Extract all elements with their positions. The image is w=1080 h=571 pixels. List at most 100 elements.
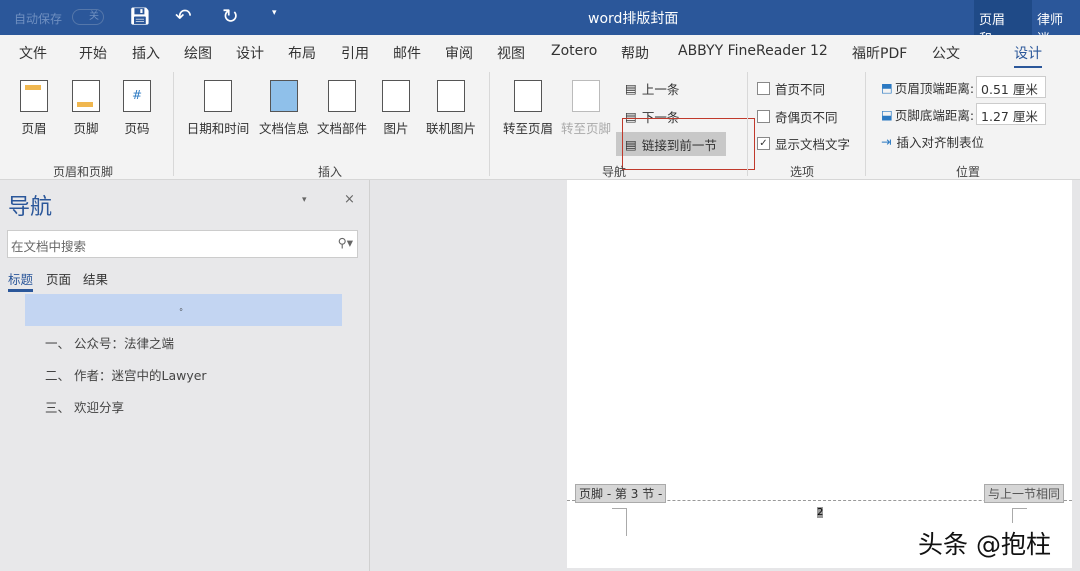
tab-headings[interactable]: 标题 <box>8 269 34 292</box>
goto-footer-button[interactable]: 转至页脚 <box>558 80 614 137</box>
tab-zotero[interactable]: Zotero <box>551 43 597 59</box>
tab-mailings[interactable]: 邮件 <box>393 43 421 63</box>
goto-header-icon <box>514 80 542 112</box>
previous-icon: ▤ <box>625 81 637 96</box>
checkbox-show-doc-text[interactable]: ✓ 显示文档文字 <box>757 134 850 153</box>
header-distance-input[interactable]: 0.51 厘米 <box>976 76 1047 98</box>
search-icon[interactable]: ⚲▾ <box>338 235 353 250</box>
online-pictures-button[interactable]: 联机图片 <box>423 80 479 137</box>
page-number-field[interactable]: 2 <box>817 507 824 518</box>
search-input[interactable]: 在文档中搜索 ⚲▾ <box>7 230 358 258</box>
tab-help[interactable]: 帮助 <box>621 43 649 63</box>
tab-view[interactable]: 视图 <box>497 43 525 63</box>
online-picture-icon <box>437 80 465 112</box>
heading-item[interactable]: 一、 公众号：法律之端 <box>45 333 174 352</box>
heading-item-selected[interactable]: 。 <box>25 294 342 326</box>
checkbox[interactable] <box>757 110 770 123</box>
redo-icon[interactable]: ↻ <box>222 4 239 28</box>
group-label-insert: 插入 <box>318 165 343 179</box>
nav-title: 导航 <box>8 195 53 220</box>
tab-references[interactable]: 引用 <box>341 43 369 63</box>
header-distance-label: 页眉顶端距离: <box>894 80 975 96</box>
tab-gongwen[interactable]: 公文 <box>932 43 960 63</box>
save-icon[interactable]: 💾︎ <box>129 7 151 27</box>
footer-distance-label: 页脚底端距离: <box>894 107 975 123</box>
picture-icon <box>382 80 410 112</box>
header-distance: ⬒ 页眉顶端距离: 0.51 厘米 <box>881 76 1047 98</box>
tab-abbyy[interactable]: ABBYY FineReader 12 <box>678 43 828 59</box>
goto-header-label: 转至页眉 <box>502 121 553 136</box>
online-pictures-label: 联机图片 <box>425 121 476 136</box>
tab-hf-design[interactable]: 设计 <box>1014 43 1042 69</box>
tab-layout[interactable]: 布局 <box>288 43 316 63</box>
tab-insert[interactable]: 插入 <box>132 43 160 63</box>
highlight-box <box>622 118 755 170</box>
goto-footer-label: 转至页脚 <box>560 121 611 136</box>
previous-button[interactable]: ▤ 上一条 <box>625 79 679 98</box>
document-page[interactable]: 页脚 - 第 3 节 - 与上一节相同 2 <box>567 180 1072 568</box>
title-bar: 自动保存 关 💾︎ ↶ ↻ ▾ word排版封面 页眉和... 律师 迷 <box>0 0 1080 47</box>
navigation-pane: 导航 ▾ × 在文档中搜索 ⚲▾ 标题 页面 结果 。 一、 公众号：法律之端 二… <box>0 180 370 571</box>
checkbox[interactable] <box>757 82 770 95</box>
checkbox-odd-even[interactable]: 奇偶页不同 <box>757 107 838 126</box>
context-tab-header[interactable]: 页眉和... <box>974 0 1032 47</box>
footer-distance-input[interactable]: 1.27 厘米 <box>976 103 1047 125</box>
same-as-previous-label: 与上一节相同 <box>983 484 1064 503</box>
close-icon[interactable]: × <box>344 192 355 207</box>
heading-item[interactable]: 三、 欢迎分享 <box>45 397 124 416</box>
quick-parts-icon <box>328 80 356 112</box>
tab-home[interactable]: 开始 <box>79 43 107 63</box>
footer-icon <box>72 80 100 112</box>
option-label: 奇偶页不同 <box>775 110 838 125</box>
doc-info-icon <box>270 80 298 112</box>
option-label: 显示文档文字 <box>775 137 851 152</box>
doc-info-button[interactable]: 文档信息 <box>256 80 312 137</box>
goto-footer-icon <box>572 80 600 112</box>
calendar-clock-icon <box>204 80 232 112</box>
option-label: 首页不同 <box>775 82 826 97</box>
tab-foxit[interactable]: 福昕PDF <box>852 43 907 63</box>
checkbox-different-first-page[interactable]: 首页不同 <box>757 79 825 98</box>
doc-info-label: 文档信息 <box>258 121 309 136</box>
tab-results[interactable]: 结果 <box>83 269 108 288</box>
insert-alignment-tab-button[interactable]: ⇥ 插入对齐制表位 <box>881 132 984 151</box>
tab-design[interactable]: 设计 <box>236 43 264 63</box>
tab-pages[interactable]: 页面 <box>46 269 71 288</box>
tab-draw[interactable]: 绘图 <box>184 43 212 63</box>
ribbon: 页眉 页脚 # 页码 页眉和页脚 日期和时间 文档信息 文档部件 图片 联机图片 … <box>0 68 1080 180</box>
alignment-tab-icon: ⇥ <box>881 134 892 149</box>
autosave-label: 自动保存 <box>14 12 63 26</box>
group-label-header-footer: 页眉和页脚 <box>53 165 114 179</box>
date-time-label: 日期和时间 <box>186 121 250 136</box>
document-title: word排版封面 <box>588 11 679 27</box>
undo-icon[interactable]: ↶ <box>175 4 192 28</box>
margin-mark <box>1012 508 1027 523</box>
nav-options-icon[interactable]: ▾ <box>302 195 307 205</box>
goto-header-button[interactable]: 转至页眉 <box>500 80 556 137</box>
pictures-label: 图片 <box>383 121 409 136</box>
watermark: 头条 @抱柱 <box>918 530 1051 559</box>
header-button[interactable]: 页眉 <box>18 80 50 137</box>
customize-qat-icon[interactable]: ▾ <box>272 8 277 18</box>
insert-alignment-tab-label: 插入对齐制表位 <box>896 135 984 150</box>
quick-parts-button[interactable]: 文档部件 <box>314 80 370 137</box>
margin-mark <box>612 508 627 536</box>
previous-label: 上一条 <box>641 82 680 97</box>
footer-button[interactable]: 页脚 <box>70 80 102 137</box>
tab-file[interactable]: 文件 <box>19 43 47 63</box>
checkbox-checked[interactable]: ✓ <box>757 137 770 150</box>
group-label-position: 位置 <box>956 165 981 179</box>
header-label: 页眉 <box>21 121 47 136</box>
footer-distance: ⬓ 页脚底端距离: 1.27 厘米 <box>881 103 1047 125</box>
autosave-toggle[interactable]: 关 <box>72 9 104 25</box>
heading-item[interactable]: 二、 作者：迷宫中的Lawyer <box>45 365 207 384</box>
page-number-icon: # <box>123 80 151 112</box>
page-number-button[interactable]: # 页码 <box>121 80 153 137</box>
group-label-options: 选项 <box>790 165 815 179</box>
page-number-label: 页码 <box>124 121 150 136</box>
tab-review[interactable]: 审阅 <box>445 43 473 63</box>
date-time-button[interactable]: 日期和时间 <box>184 80 252 137</box>
ribbon-tabs: 文件 开始 插入 绘图 设计 布局 引用 邮件 审阅 视图 Zotero 帮助 … <box>0 35 1080 69</box>
pictures-button[interactable]: 图片 <box>378 80 414 137</box>
group-label-navigation: 导航 <box>602 165 627 179</box>
